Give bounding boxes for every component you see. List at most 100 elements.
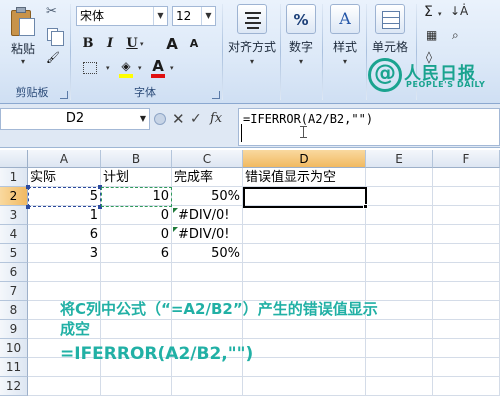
row-header-6[interactable]: 6 bbox=[0, 263, 28, 282]
cell-f1[interactable] bbox=[433, 168, 500, 187]
fill-icon[interactable]: ▦ bbox=[426, 28, 437, 42]
cell-b3[interactable]: 0 bbox=[101, 206, 172, 225]
cell-d1[interactable]: 错误值显示为空 bbox=[243, 168, 366, 187]
column-header-e[interactable]: E bbox=[366, 150, 433, 168]
cell-e11[interactable] bbox=[366, 358, 433, 377]
cell-d3[interactable] bbox=[243, 206, 366, 225]
row-header-10[interactable]: 10 bbox=[0, 339, 28, 358]
row-header-3[interactable]: 3 bbox=[0, 206, 28, 225]
cell-f6[interactable] bbox=[433, 263, 500, 282]
alignment-button[interactable]: 对齐方式 ▾ bbox=[226, 4, 278, 82]
cell-c1[interactable]: 完成率 bbox=[172, 168, 243, 187]
fill-handle[interactable] bbox=[363, 204, 368, 209]
cell-d11[interactable] bbox=[243, 358, 366, 377]
cell-f2[interactable] bbox=[433, 187, 500, 206]
cell-c4[interactable]: #DIV/0! bbox=[172, 225, 243, 244]
grow-font-button[interactable]: A bbox=[162, 34, 182, 54]
row-header-7[interactable]: 7 bbox=[0, 282, 28, 301]
cell-d5[interactable] bbox=[243, 244, 366, 263]
column-header-f[interactable]: F bbox=[433, 150, 500, 168]
cell-f9[interactable] bbox=[433, 320, 500, 339]
bold-button[interactable]: B bbox=[78, 34, 98, 54]
styles-button[interactable]: A 样式 ▾ bbox=[326, 4, 364, 82]
cell-f12[interactable] bbox=[433, 377, 500, 396]
clipboard-launcher-icon[interactable] bbox=[60, 91, 68, 99]
paste-button[interactable]: 粘贴 ▾ bbox=[4, 4, 42, 80]
cell-c2[interactable]: 50% bbox=[172, 187, 243, 206]
font-size-select[interactable]: 12 ▼ bbox=[172, 6, 216, 26]
cell-c3[interactable]: #DIV/0! bbox=[172, 206, 243, 225]
cell-d10[interactable] bbox=[243, 339, 366, 358]
cell-d4[interactable] bbox=[243, 225, 366, 244]
row-header-12[interactable]: 12 bbox=[0, 377, 28, 396]
autosum-icon[interactable]: Σ bbox=[424, 4, 433, 20]
cell-e2[interactable] bbox=[366, 187, 433, 206]
italic-button[interactable]: I bbox=[100, 34, 120, 54]
row-header-11[interactable]: 11 bbox=[0, 358, 28, 377]
error-indicator-c3[interactable] bbox=[173, 208, 178, 213]
row-header-2[interactable]: 2 bbox=[0, 187, 28, 206]
cell-d12[interactable] bbox=[243, 377, 366, 396]
underline-button[interactable]: U bbox=[122, 34, 142, 54]
cell-a4[interactable]: 6 bbox=[28, 225, 101, 244]
formula-input[interactable]: =IFERROR(A2/B2,"") bbox=[238, 108, 500, 146]
cell-f7[interactable] bbox=[433, 282, 500, 301]
select-all-corner[interactable] bbox=[0, 150, 28, 168]
enter-check-icon[interactable]: ✓ bbox=[190, 108, 202, 130]
name-box[interactable]: D2 ▼ bbox=[0, 108, 150, 130]
fill-color-button[interactable]: ◈ bbox=[116, 56, 136, 76]
cell-f3[interactable] bbox=[433, 206, 500, 225]
number-format-button[interactable]: % 数字 ▾ bbox=[284, 4, 318, 82]
cell-b1[interactable]: 计划 bbox=[101, 168, 172, 187]
cell-e6[interactable] bbox=[366, 263, 433, 282]
row-header-4[interactable]: 4 bbox=[0, 225, 28, 244]
column-header-c[interactable]: C bbox=[172, 150, 243, 168]
cell-f11[interactable] bbox=[433, 358, 500, 377]
insert-function-icon[interactable]: fx bbox=[210, 108, 222, 130]
cell-f10[interactable] bbox=[433, 339, 500, 358]
error-indicator-c4[interactable] bbox=[173, 227, 178, 232]
row-header-1[interactable]: 1 bbox=[0, 168, 28, 187]
cancel-icon[interactable]: ✕ bbox=[172, 108, 185, 130]
cell-d6[interactable] bbox=[243, 263, 366, 282]
cell-a5[interactable]: 3 bbox=[28, 244, 101, 263]
find-select-icon[interactable]: ⌕ bbox=[452, 28, 459, 43]
cell-f4[interactable] bbox=[433, 225, 500, 244]
cell-f8[interactable] bbox=[433, 301, 500, 320]
font-color-button[interactable]: A bbox=[148, 56, 168, 76]
cell-b6[interactable] bbox=[101, 263, 172, 282]
cell-b4[interactable]: 0 bbox=[101, 225, 172, 244]
shrink-font-button[interactable]: A bbox=[184, 34, 204, 54]
cell-c12[interactable] bbox=[172, 377, 243, 396]
row-header-5[interactable]: 5 bbox=[0, 244, 28, 263]
row-header-8[interactable]: 8 bbox=[0, 301, 28, 320]
cell-e3[interactable] bbox=[366, 206, 433, 225]
cell-f5[interactable] bbox=[433, 244, 500, 263]
format-painter-icon[interactable] bbox=[46, 50, 62, 66]
cell-b12[interactable] bbox=[101, 377, 172, 396]
cell-a12[interactable] bbox=[28, 377, 101, 396]
cell-e4[interactable] bbox=[366, 225, 433, 244]
active-cell-d2[interactable] bbox=[243, 187, 367, 208]
copy-icon[interactable] bbox=[47, 28, 64, 46]
cell-d9[interactable] bbox=[243, 320, 366, 339]
cell-c6[interactable] bbox=[172, 263, 243, 282]
cell-a6[interactable] bbox=[28, 263, 101, 282]
cell-c9[interactable] bbox=[172, 320, 243, 339]
cell-e1[interactable] bbox=[366, 168, 433, 187]
cell-b9[interactable] bbox=[101, 320, 172, 339]
cell-b5[interactable]: 6 bbox=[101, 244, 172, 263]
expand-circle-icon[interactable] bbox=[154, 113, 166, 125]
column-header-b[interactable]: B bbox=[101, 150, 172, 168]
column-header-a[interactable]: A bbox=[28, 150, 101, 168]
font-launcher-icon[interactable] bbox=[212, 91, 220, 99]
row-header-9[interactable]: 9 bbox=[0, 320, 28, 339]
sort-filter-icon[interactable]: ↓Ȧ bbox=[450, 4, 468, 18]
cell-e12[interactable] bbox=[366, 377, 433, 396]
font-name-select[interactable]: 宋体 ▼ bbox=[76, 6, 168, 26]
border-button[interactable] bbox=[78, 58, 106, 78]
cell-e5[interactable] bbox=[366, 244, 433, 263]
cell-e9[interactable] bbox=[366, 320, 433, 339]
cell-c5[interactable]: 50% bbox=[172, 244, 243, 263]
cell-a3[interactable]: 1 bbox=[28, 206, 101, 225]
